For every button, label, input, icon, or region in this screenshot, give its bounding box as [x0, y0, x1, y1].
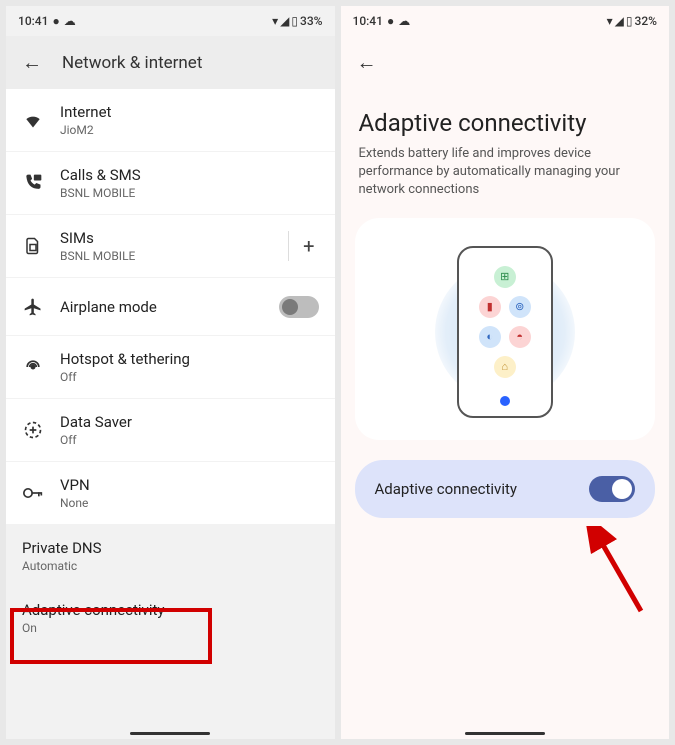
battery-icon: ▯ [626, 14, 633, 28]
back-arrow-icon[interactable]: ← [22, 50, 42, 75]
clock: 10:41 [18, 14, 48, 28]
list-item-vpn[interactable]: VPN None [6, 462, 335, 525]
adaptive-toggle[interactable] [589, 476, 635, 502]
list-item-calls-sms[interactable]: Calls & SMS BSNL MOBILE [6, 152, 335, 215]
plus-icon: + [299, 234, 318, 258]
notification-icon: ● [387, 14, 394, 28]
item-title: Adaptive connectivity [22, 601, 319, 619]
wifi-icon: ▾ [607, 14, 613, 28]
item-sub: None [60, 496, 319, 510]
item-sub: Automatic [22, 559, 319, 573]
screen-network-internet: 10:41 ● ☁ ▾ ◢ ▯ 33% ← Network & internet… [6, 6, 335, 739]
item-title: Data Saver [60, 413, 319, 431]
battery-percent: 33% [300, 14, 322, 28]
signal-icon: ◢ [280, 14, 289, 28]
illus-icon: ◐ [479, 326, 501, 348]
item-title: Hotspot & tethering [60, 350, 319, 368]
page-title: Network & internet [62, 53, 202, 73]
airplane-toggle[interactable] [279, 296, 319, 318]
illustration-card: ⊞ ▮ ⊚ ◐ ◓ ⌂ [355, 218, 656, 440]
item-sub: BSNL MOBILE [60, 249, 272, 263]
list-item-privatedns[interactable]: Private DNS Automatic [6, 525, 335, 587]
page-title: Adaptive connectivity [341, 89, 670, 145]
app-header: ← Network & internet [6, 36, 335, 89]
list-item-datasaver[interactable]: Data Saver Off [6, 399, 335, 462]
illus-icon: ⌂ [494, 356, 516, 378]
vpn-key-icon [22, 482, 44, 504]
status-bar: 10:41 ● ☁ ▾ ◢ ▯ 33% [6, 6, 335, 36]
clock: 10:41 [353, 14, 383, 28]
hotspot-icon [22, 356, 44, 378]
page-subtitle: Extends battery life and improves device… [341, 145, 670, 218]
cloud-icon: ☁ [398, 14, 410, 28]
nav-bar[interactable] [465, 732, 545, 735]
data-saver-icon [22, 419, 44, 441]
item-title: Private DNS [22, 539, 319, 557]
item-sub: Off [60, 370, 319, 384]
indicator-dot [500, 396, 510, 406]
illus-icon: ⊞ [494, 266, 516, 288]
list-item-adaptive[interactable]: Adaptive connectivity On [6, 587, 335, 649]
app-header: ← [341, 36, 670, 89]
sim-icon [22, 235, 44, 257]
item-sub: Off [60, 433, 319, 447]
list-item-airplane[interactable]: Airplane mode [6, 278, 335, 336]
adaptive-toggle-row[interactable]: Adaptive connectivity [355, 460, 656, 518]
item-title: Internet [60, 103, 319, 121]
battery-icon: ▯ [291, 14, 298, 28]
battery-percent: 32% [635, 14, 657, 28]
item-title: Airplane mode [60, 298, 263, 316]
notification-icon: ● [52, 14, 59, 28]
list-item-sims[interactable]: SIMs BSNL MOBILE + [6, 215, 335, 278]
nav-bar[interactable] [130, 732, 210, 735]
wifi-icon [22, 109, 44, 131]
status-bar: 10:41 ● ☁ ▾ ◢ ▯ 32% [341, 6, 670, 36]
cloud-icon: ☁ [64, 14, 76, 28]
toggle-label: Adaptive connectivity [375, 480, 517, 498]
back-arrow-icon[interactable]: ← [357, 50, 377, 74]
airplane-icon [22, 296, 44, 318]
signal-icon: ◢ [615, 14, 624, 28]
list-item-internet[interactable]: Internet JioM2 [6, 89, 335, 152]
item-sub: On [22, 621, 319, 635]
arrow-annotation [581, 526, 661, 616]
illus-icon: ⊚ [509, 296, 531, 318]
item-title: Calls & SMS [60, 166, 319, 184]
item-sub: JioM2 [60, 123, 319, 137]
wifi-icon: ▾ [272, 14, 278, 28]
screen-adaptive-connectivity: 10:41 ● ☁ ▾ ◢ ▯ 32% ← Adaptive connectiv… [341, 6, 670, 739]
item-title: SIMs [60, 229, 272, 247]
item-title: VPN [60, 476, 319, 494]
phone-sms-icon [22, 172, 44, 194]
illus-icon: ◓ [509, 326, 531, 348]
phone-illustration: ⊞ ▮ ⊚ ◐ ◓ ⌂ [457, 246, 553, 418]
illus-icon: ▮ [479, 296, 501, 318]
item-sub: BSNL MOBILE [60, 186, 319, 200]
settings-list: Internet JioM2 Calls & SMS BSNL MOBILE S… [6, 89, 335, 649]
add-sim-button[interactable]: + [288, 231, 318, 261]
list-item-hotspot[interactable]: Hotspot & tethering Off [6, 336, 335, 399]
